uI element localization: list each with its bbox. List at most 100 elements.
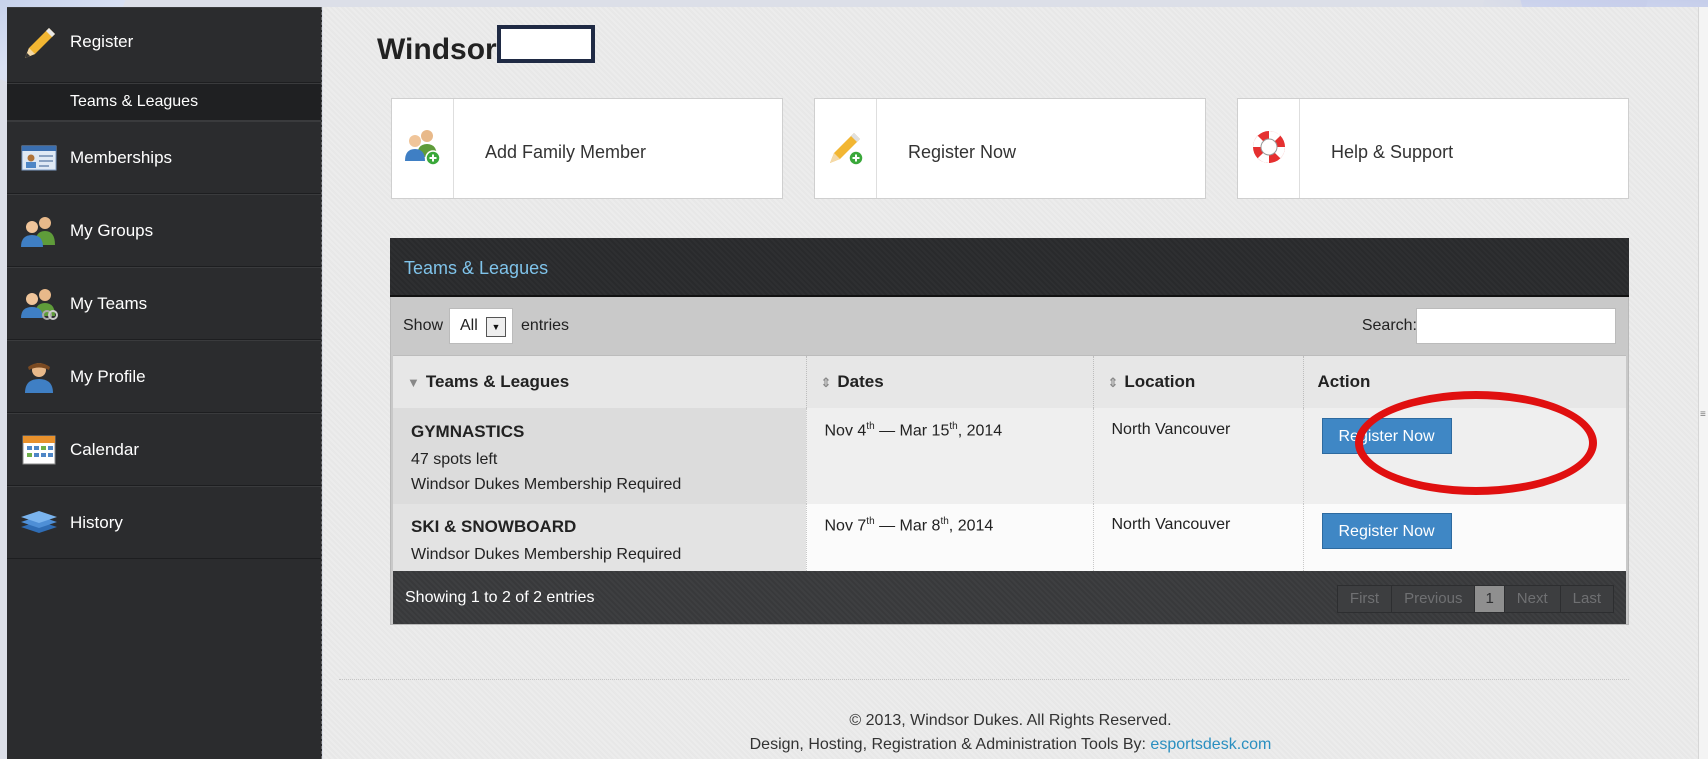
sidebar-item-memberships[interactable]: Memberships [7,121,321,194]
entries-select[interactable]: All ▼ [449,308,513,344]
sidebar-item-label: My Teams [70,294,148,313]
card-label: Help & Support [1331,142,1454,162]
pencil-add-icon [830,133,864,166]
sidebar-item-my-groups[interactable]: My Groups [7,194,321,267]
column-header-dates[interactable]: ⇕ Dates [806,355,1094,408]
register-now-card[interactable]: Register Now [814,98,1206,199]
date-separator: — [879,421,896,439]
panel-title: Teams & Leagues [390,238,1629,297]
teams-leagues-panel: Teams & Leagues Show All ▼ entries Searc… [390,238,1629,625]
column-header-label: Location [1124,371,1196,391]
add-user-icon [405,130,441,166]
table-row: SKI & SNOWBOARD Windsor Dukes Membership… [393,503,1626,571]
column-header-action: Action [1303,355,1626,408]
dates-cell: Nov 4th — Mar 15th, 2014 [806,407,1094,504]
pager-next[interactable]: Next [1504,585,1561,612]
scroll-grip-icon[interactable]: ≡ [1700,410,1706,420]
sidebar-item-label: My Groups [70,221,154,240]
main-content: Windsor Add Family Member Register Now H… [323,7,1698,759]
esportsdesk-link[interactable]: esportsdesk.com [1150,736,1271,753]
column-header-label: Teams & Leagues [425,371,570,391]
action-cell: Register Now [1303,407,1626,504]
sidebar: Register Teams & Leagues Memberships My … [7,7,322,759]
entries-label: entries [521,317,570,334]
pagination: First Previous 1 Next Last [1336,584,1614,613]
register-now-button[interactable]: Register Now [1321,512,1452,549]
dropdown-arrow-icon[interactable]: ▼ [486,317,506,337]
team-name: GYMNASTICS [411,421,525,441]
search-input[interactable] [1416,308,1616,344]
column-header-teams[interactable]: ▼ Teams & Leagues [393,355,807,408]
dates-cell: Nov 7th — Mar 8th, 2014 [806,503,1094,571]
layers-icon [21,511,57,533]
lifebuoy-icon [1253,131,1285,163]
sidebar-item-label: History [70,513,123,532]
sidebar-item-label: Calendar [70,440,139,459]
teams-table: ▼ Teams & Leagues ⇕ Dates ⇕ Location Action [393,355,1626,571]
card-icon-cell [815,99,877,198]
copyright-text: © 2013, Windsor Dukes. All Rights Reserv… [849,712,1172,729]
team-cell: SKI & SNOWBOARD Windsor Dukes Membership… [393,503,807,571]
sidebar-subitem-teams-leagues[interactable]: Teams & Leagues [7,83,321,121]
team-cell: GYMNASTICS 47 spots left Windsor Dukes M… [393,407,807,504]
table-header-row: ▼ Teams & Leagues ⇕ Dates ⇕ Location Action [393,355,1626,408]
user-icon [25,363,53,393]
pager-previous[interactable]: Previous [1392,585,1476,612]
card-label: Add Family Member [485,142,647,162]
id-card-icon [21,145,57,171]
membership-requirement: Windsor Dukes Membership Required [411,475,682,493]
sort-icon: ⇕ [820,374,832,390]
sidebar-item-history[interactable]: History [7,486,321,559]
card-icon-cell [1238,99,1300,198]
calendar-icon [22,435,56,465]
vertical-scrollbar[interactable] [1698,7,1708,759]
card-icon-cell [392,99,454,198]
show-label: Show [403,317,444,334]
sidebar-item-label: Memberships [70,148,173,167]
pencil-icon [25,28,55,58]
sidebar-item-my-profile[interactable]: My Profile [7,340,321,413]
table-footer: Showing 1 to 2 of 2 entries First Previo… [393,570,1626,624]
footer-divider [339,679,1629,680]
logo-placeholder [497,25,595,63]
date-year: , 2014 [948,516,994,534]
table-row: GYMNASTICS 47 spots left Windsor Dukes M… [393,407,1626,504]
group-icon [21,217,55,247]
showing-entries-text: Showing 1 to 2 of 2 entries [405,588,595,606]
team-name: SKI & SNOWBOARD [411,516,577,536]
action-cell: Register Now [1303,503,1626,571]
sidebar-item-calendar[interactable]: Calendar [7,413,321,486]
sidebar-item-label: My Profile [70,367,146,386]
date-suffix: th [866,515,875,527]
pager-first[interactable]: First [1337,585,1393,612]
sort-icon: ⇕ [1107,374,1119,390]
card-label: Register Now [908,142,1017,162]
search-label: Search: [1361,317,1417,334]
sidebar-item-my-teams[interactable]: My Teams [7,267,321,340]
location-cell: North Vancouver [1093,407,1304,504]
date-suffix: th [940,515,949,527]
date-start: Nov 4 [824,421,867,439]
date-end: Mar 15 [899,421,950,439]
panel-body: Show All ▼ entries Search: ▼ Teams & Leag… [390,297,1629,625]
date-suffix: th [866,420,875,432]
pager-page-current[interactable]: 1 [1475,585,1505,612]
page-title: Windsor [377,33,497,66]
sort-desc-icon: ▼ [407,374,420,390]
column-header-location[interactable]: ⇕ Location [1093,355,1304,408]
column-header-label: Action [1317,371,1371,391]
help-support-card[interactable]: Help & Support [1237,98,1629,199]
column-header-label: Dates [837,371,884,391]
date-suffix: th [949,420,958,432]
register-now-button[interactable]: Register Now [1321,417,1452,454]
membership-requirement: Windsor Dukes Membership Required [411,545,682,563]
date-separator: — [879,516,896,534]
date-year: , 2014 [957,421,1003,439]
date-end: Mar 8 [899,516,941,534]
location-cell: North Vancouver [1093,503,1304,571]
entries-select-value: All [460,317,478,334]
add-family-member-card[interactable]: Add Family Member [391,98,783,199]
date-start: Nov 7 [824,516,867,534]
pager-last[interactable]: Last [1560,585,1613,612]
sidebar-item-register[interactable]: Register [7,7,321,83]
